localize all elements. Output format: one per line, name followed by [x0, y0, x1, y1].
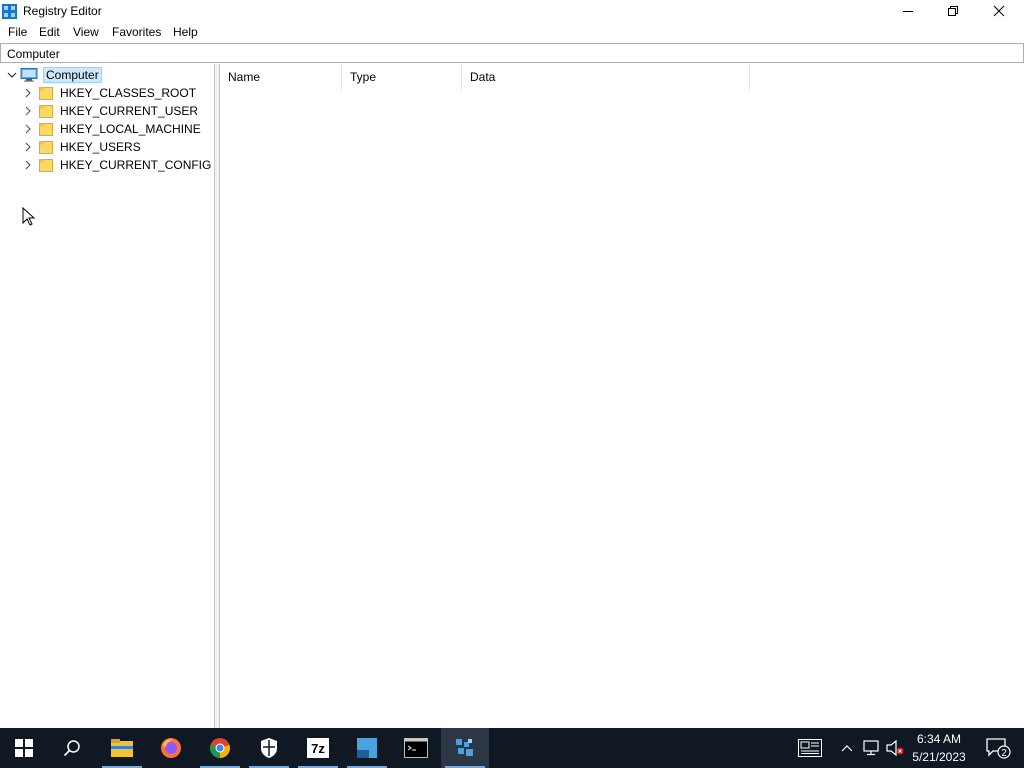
taskbar-chrome[interactable] — [196, 728, 244, 768]
notification-count: 2 — [1001, 748, 1007, 759]
taskbar: 7z 6:34 AM 5/21/2023 2 — [0, 728, 1024, 768]
column-header-type[interactable]: Type — [342, 64, 462, 90]
tree-item-hkey-current-user[interactable]: HKEY_CURRENT_USER — [22, 102, 200, 120]
network-icon — [863, 740, 879, 756]
column-header-data[interactable]: Data — [462, 64, 750, 90]
news-icon — [798, 739, 822, 757]
close-button[interactable] — [976, 0, 1022, 22]
chevron-right-icon[interactable] — [22, 87, 34, 99]
taskbar-windows-security[interactable] — [245, 728, 293, 768]
search-button[interactable] — [48, 728, 96, 768]
tray-news[interactable] — [788, 728, 832, 768]
tree-pane[interactable]: Computer HKEY_CLASSES_ROOT HKEY_CURRENT_… — [0, 64, 215, 728]
menu-bar: File Edit View Favorites Help — [0, 22, 1024, 42]
taskbar-7zip[interactable]: 7z — [294, 728, 342, 768]
chevron-right-icon[interactable] — [22, 105, 34, 117]
chevron-right-icon[interactable] — [22, 141, 34, 153]
chevron-up-icon — [841, 745, 853, 752]
tree-label: HKEY_LOCAL_MACHINE — [60, 122, 201, 136]
menu-view[interactable]: View — [72, 25, 100, 39]
menu-help[interactable]: Help — [172, 25, 199, 39]
taskbar-file-explorer[interactable] — [98, 728, 146, 768]
chrome-icon — [210, 738, 230, 758]
taskbar-firefox[interactable] — [147, 728, 195, 768]
tree-item-hkey-classes-root[interactable]: HKEY_CLASSES_ROOT — [22, 84, 198, 102]
tree-label: HKEY_CLASSES_ROOT — [60, 86, 197, 100]
tray-date: 5/21/2023 — [912, 750, 966, 764]
close-icon — [993, 5, 1005, 17]
taskbar-app[interactable] — [343, 728, 391, 768]
minimize-icon — [903, 11, 913, 12]
tree-item-hkey-users[interactable]: HKEY_USERS — [22, 138, 143, 156]
tree-label: HKEY_CURRENT_USER — [60, 104, 199, 118]
tray-time: 6:34 AM — [916, 732, 962, 746]
tray-show-hidden[interactable] — [836, 728, 858, 768]
menu-file[interactable]: File — [7, 25, 28, 39]
folder-icon — [39, 122, 53, 136]
restore-icon — [948, 6, 958, 16]
tree-label: HKEY_CURRENT_CONFIG — [60, 158, 212, 172]
svg-text:7z: 7z — [311, 741, 325, 756]
action-center-button[interactable]: 2 — [978, 728, 1018, 768]
title-bar[interactable]: Registry Editor — [0, 0, 1024, 22]
taskbar-registry-editor[interactable] — [441, 728, 489, 768]
7zip-icon: 7z — [307, 738, 329, 758]
volume-muted-icon — [886, 740, 904, 756]
start-button[interactable] — [0, 728, 48, 768]
registry-editor-icon — [2, 4, 17, 19]
folder-icon — [39, 104, 53, 118]
registry-editor-window: Registry Editor File Edit View Favorites… — [0, 0, 1024, 728]
tray-volume[interactable] — [884, 728, 906, 768]
search-icon — [63, 740, 80, 757]
terminal-icon — [404, 738, 428, 758]
folder-icon — [39, 158, 53, 172]
windows-security-icon — [261, 738, 277, 758]
chevron-down-icon[interactable] — [6, 69, 18, 81]
app-icon — [357, 738, 377, 758]
column-header-name[interactable]: Name — [220, 64, 342, 90]
menu-edit[interactable]: Edit — [38, 25, 61, 39]
tree-item-hkey-current-config[interactable]: HKEY_CURRENT_CONFIG — [22, 156, 213, 174]
minimize-button[interactable] — [885, 0, 931, 22]
notification-icon: 2 — [986, 738, 1011, 759]
folder-icon — [39, 86, 53, 100]
taskbar-terminal[interactable] — [392, 728, 440, 768]
window-title: Registry Editor — [23, 4, 102, 18]
tree-label-computer: Computer — [43, 67, 102, 83]
restore-button[interactable] — [930, 0, 976, 22]
chevron-right-icon[interactable] — [22, 123, 34, 135]
tree-item-hkey-local-machine[interactable]: HKEY_LOCAL_MACHINE — [22, 120, 203, 138]
file-explorer-icon — [111, 739, 133, 757]
registry-editor-icon — [456, 739, 473, 756]
computer-icon — [20, 68, 38, 82]
chevron-right-icon[interactable] — [22, 159, 34, 171]
address-value: Computer — [7, 47, 60, 61]
address-bar[interactable]: Computer — [0, 43, 1024, 63]
start-icon — [15, 739, 33, 757]
menu-favorites[interactable]: Favorites — [111, 25, 162, 39]
firefox-icon — [161, 738, 181, 758]
tray-network[interactable] — [860, 728, 882, 768]
mouse-cursor-icon — [22, 207, 35, 226]
folder-icon — [39, 140, 53, 154]
tree-item-computer[interactable]: Computer — [6, 66, 102, 84]
values-list-pane[interactable]: Name Type Data — [220, 64, 1024, 728]
tree-label: HKEY_USERS — [60, 140, 141, 154]
